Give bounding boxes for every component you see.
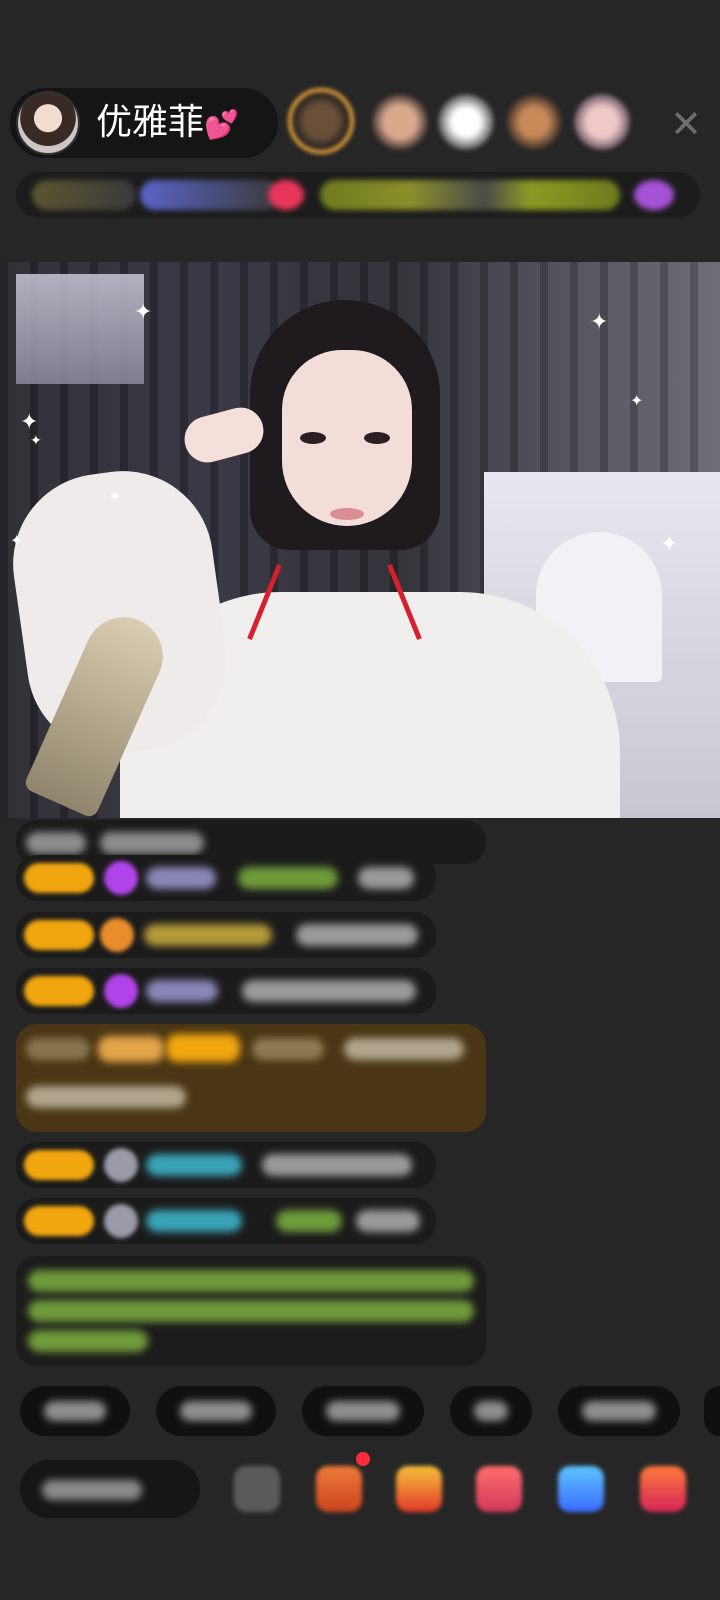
host-info-pill[interactable]: 优雅菲💕 (10, 88, 278, 158)
viewer-avatar-4[interactable] (506, 94, 562, 150)
share-icon[interactable] (558, 1466, 604, 1512)
diamond-icon (104, 974, 138, 1008)
host-name-decor: 💕 (204, 108, 239, 141)
quick-reply-text (474, 1401, 508, 1421)
sparkle-icon: ✦ (10, 531, 24, 550)
chat-username (238, 867, 338, 889)
quick-reply-text (44, 1401, 106, 1421)
user-avatar (104, 1148, 138, 1182)
background-window (16, 274, 144, 384)
chat-message[interactable] (16, 1142, 436, 1188)
gift-box-icon[interactable] (396, 1466, 442, 1512)
medal-icon (100, 918, 134, 952)
chat-username (144, 924, 272, 946)
live-video-stream[interactable]: ✦ ✦ ✦ ✦ ✦ ✦ ✦ ✦ (0, 262, 720, 818)
chat-message[interactable] (16, 1198, 436, 1244)
chat-text (296, 924, 418, 946)
comment-placeholder (42, 1480, 142, 1500)
system-notice (16, 1256, 486, 1366)
level-badge (24, 1150, 94, 1180)
chat-message[interactable] (16, 855, 436, 901)
quick-reply-chip[interactable] (558, 1386, 680, 1436)
notice-text (28, 1270, 474, 1292)
close-icon[interactable]: ✕ (664, 102, 708, 146)
notification-dot (356, 1452, 370, 1466)
chat-text (26, 832, 86, 854)
sparkle-icon: ✦ (30, 433, 42, 449)
more-icon[interactable] (234, 1466, 280, 1512)
chat-username (276, 1210, 342, 1232)
lucky-bag-icon[interactable] (476, 1466, 522, 1512)
live-room-header: 优雅菲💕 ✕ (0, 0, 720, 262)
level-badge (24, 863, 94, 893)
level-badge (24, 976, 94, 1006)
popularity-chip[interactable] (140, 180, 280, 210)
sparkle-icon: ✦ (660, 532, 679, 557)
streamer-lips (330, 508, 364, 520)
streamer-eye-left (300, 432, 326, 444)
chat-text (358, 867, 414, 889)
chat-badge (98, 1036, 164, 1062)
chat-message[interactable] (16, 968, 436, 1014)
rank-chip[interactable] (32, 180, 136, 210)
room-info-bar (16, 172, 700, 218)
chat-username (146, 867, 216, 889)
viewer-avatar-3[interactable] (438, 94, 494, 150)
quick-reply-text (582, 1401, 656, 1421)
chat-text (26, 1086, 186, 1108)
quick-reply-chip[interactable] (20, 1386, 130, 1436)
level-badge (24, 920, 94, 950)
chat-text (242, 980, 416, 1002)
chat-text (100, 832, 204, 854)
activity-ticker[interactable] (320, 180, 620, 210)
chat-text (356, 1210, 420, 1232)
chat-message[interactable] (16, 912, 436, 958)
sparkle-icon: ✦ (630, 391, 644, 410)
level-badge (166, 1034, 240, 1062)
quick-reply-chip[interactable] (704, 1386, 720, 1436)
chat-text (262, 1154, 412, 1176)
user-avatar (104, 1204, 138, 1238)
notice-text (28, 1300, 474, 1322)
chat-text (344, 1038, 464, 1060)
quick-reply-text (180, 1401, 252, 1421)
viewer-avatar-5[interactable] (574, 94, 630, 150)
notice-text (28, 1330, 148, 1352)
comment-input[interactable] (20, 1460, 200, 1518)
quick-reply-text (326, 1401, 400, 1421)
shop-icon[interactable] (316, 1466, 362, 1512)
chat-username (146, 1154, 242, 1176)
quick-reply-chip[interactable] (450, 1386, 532, 1436)
sparkle-icon: ✦ (108, 487, 122, 506)
viewer-avatar-1[interactable] (288, 88, 354, 154)
sparkle-icon: ✦ (590, 310, 609, 335)
viewer-avatar-2[interactable] (372, 94, 428, 150)
gift-icon[interactable] (640, 1466, 686, 1512)
diamond-icon (104, 861, 138, 895)
chat-badge (26, 1038, 90, 1060)
sparkle-icon: ✦ (134, 300, 153, 325)
quick-reply-chip[interactable] (156, 1386, 276, 1436)
chat-username (146, 1210, 242, 1232)
host-avatar[interactable] (16, 91, 80, 155)
chat-username (146, 980, 218, 1002)
host-name-text: 优雅菲 (96, 102, 205, 143)
streamer-eye-right (364, 432, 390, 444)
level-badge (24, 1206, 94, 1236)
hot-icon[interactable] (268, 180, 304, 210)
quick-reply-chip[interactable] (302, 1386, 424, 1436)
gift-entry-icon[interactable] (634, 180, 674, 210)
chat-message-highlighted[interactable] (16, 1024, 486, 1132)
host-name: 优雅菲💕 (96, 102, 239, 146)
chat-username (252, 1038, 324, 1060)
